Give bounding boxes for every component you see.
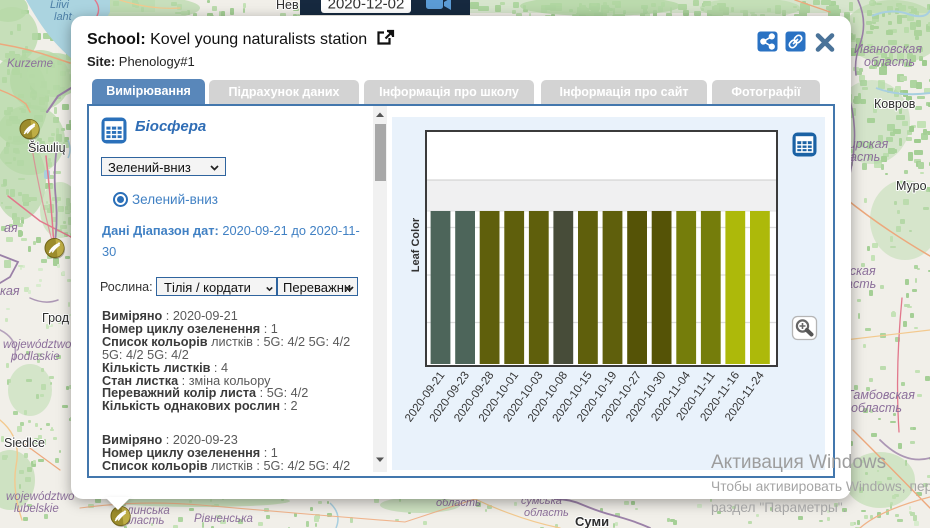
svg-text:кая: кая [0,284,20,298]
svg-text:lubelskie: lubelskie [14,503,59,515]
svg-text:Šiaulių: Šiaulių [28,140,66,155]
svg-text:Муро: Муро [896,179,927,193]
svg-text:województwo: województwo [6,491,75,503]
svg-text:ая: ая [4,221,18,235]
svg-text:Leaf Color: Leaf Color [410,217,422,272]
svg-text:2020-12-02: 2020-12-02 [328,0,405,13]
svg-text:województwo: województwo [3,339,72,351]
svg-text:Kurzeme: Kurzeme [7,58,53,70]
svg-text:область: область [864,55,915,69]
svg-text:laht: laht [54,11,73,23]
svg-text:Тамбовская: Тамбовская [846,388,915,402]
svg-text:Siedlce: Siedlce [4,436,45,450]
svg-text:Ивановская: Ивановская [854,42,922,56]
svg-text:Liivi: Liivi [50,0,70,11]
svg-text:podlaskie: podlaskie [10,351,60,363]
svg-text:Рівненська: Рівненська [194,513,253,525]
svg-text:Ковров: Ковров [874,97,916,111]
svg-text:область: область [524,507,569,519]
svg-text:Суми: Суми [575,514,609,528]
svg-text:Грод: Грод [42,311,70,325]
svg-text:область: область [851,401,902,415]
svg-text:Нев: Нев [276,0,299,12]
